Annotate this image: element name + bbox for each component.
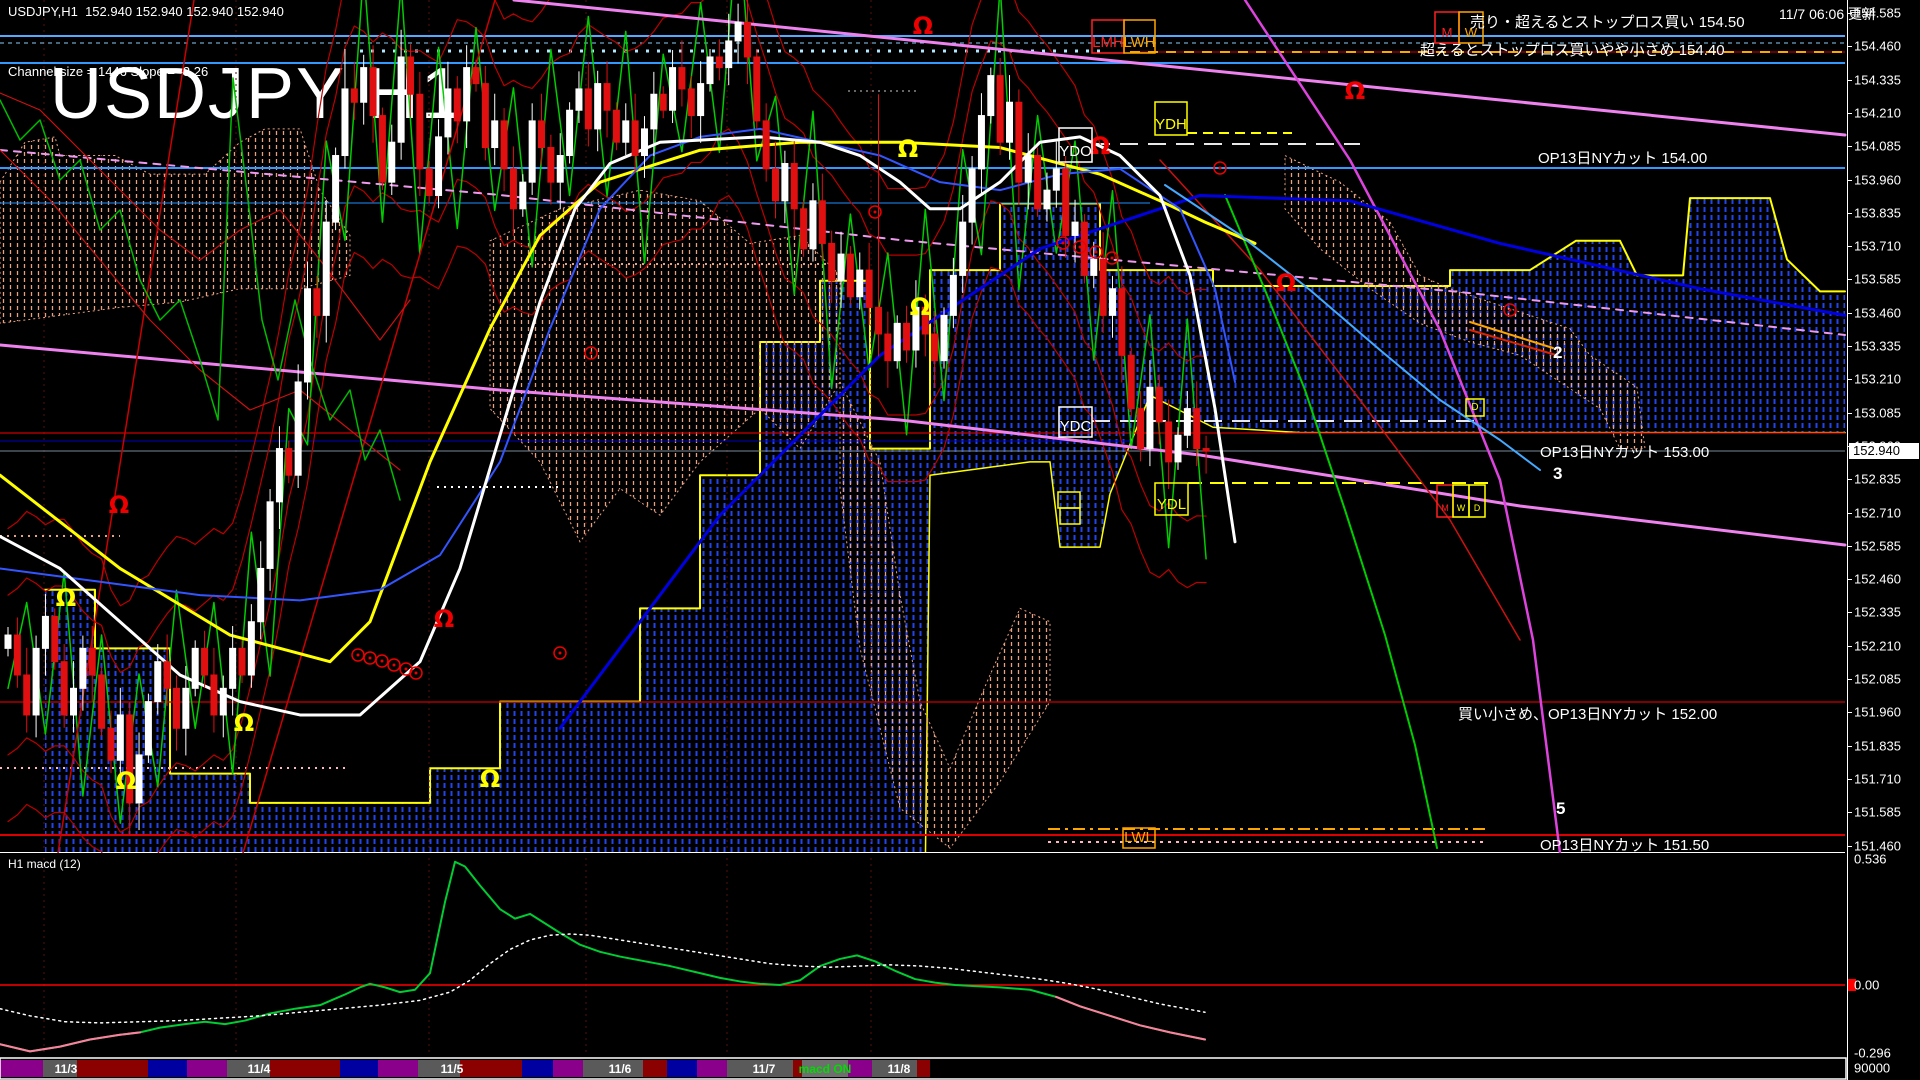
macd-line xyxy=(0,860,1206,1053)
svg-text:YDL: YDL xyxy=(1157,496,1186,513)
price-tick: 152.335 xyxy=(1854,604,1901,620)
loop-marker-red: Ω xyxy=(913,12,933,40)
current-price-badge: 152.940 xyxy=(1849,443,1919,459)
annotation-text: 3 xyxy=(1553,464,1562,483)
chart-label-box-LWH: LWH xyxy=(1123,19,1156,54)
loop-marker-yellow: Ω xyxy=(234,709,254,737)
price-tick: 154.335 xyxy=(1854,72,1901,88)
loop-marker-yellow: Ω xyxy=(116,767,136,795)
date-bar[interactable]: 11/3 11/4 11/5 11/6 11/7 macd ON 11/8 xyxy=(0,1057,1847,1080)
macd-signal-line xyxy=(0,933,1206,1024)
macd-tick: 90000 xyxy=(1854,1060,1891,1076)
macd-line-pink xyxy=(0,1031,141,1053)
macd-pane-label: H1 macd (12) xyxy=(8,857,81,871)
svg-text:YDH: YDH xyxy=(1155,116,1187,133)
annotation-text: 2 xyxy=(1553,343,1562,362)
symbol-ohlc-line: USDJPY,H1 152.940 152.940 152.940 152.94… xyxy=(8,4,284,19)
price-tick: 153.960 xyxy=(1854,172,1901,187)
loop-marker-red: Ω xyxy=(109,491,129,519)
svg-text:D: D xyxy=(1471,402,1478,413)
svg-text:YDO: YDO xyxy=(1059,143,1092,160)
svg-text:LWL: LWL xyxy=(1124,829,1154,846)
price-tick: 153.710 xyxy=(1854,238,1901,254)
svg-text:LMH: LMH xyxy=(1092,34,1124,51)
svg-text:W: W xyxy=(1457,503,1466,513)
price-tick: 153.835 xyxy=(1854,205,1901,221)
price-tick: 152.085 xyxy=(1854,671,1901,687)
macd-line-pink xyxy=(1055,995,1206,1041)
date-label: macd ON xyxy=(799,1062,852,1076)
price-tick: 151.710 xyxy=(1854,771,1901,787)
annotation-text: 売り・超えるとストップロス買い 154.50 xyxy=(1470,14,1745,31)
svg-text:YDC: YDC xyxy=(1060,418,1092,435)
svg-text:M: M xyxy=(1441,503,1448,513)
price-tick: 154.460 xyxy=(1854,38,1901,54)
channel-info-label: Channel size = 1446 Slope = -3.26 xyxy=(8,64,209,79)
annotation-text: 超えるとストップロス買いやや小さめ 154.40 xyxy=(1420,42,1725,59)
price-tick: 151.835 xyxy=(1854,738,1901,754)
price-tick: 152.835 xyxy=(1854,471,1901,487)
chart-label-box-LWL: LWL xyxy=(1122,827,1156,849)
price-tick: 151.585 xyxy=(1854,804,1901,820)
price-tick: 151.960 xyxy=(1854,704,1901,720)
price-tick: 153.585 xyxy=(1854,271,1901,287)
loop-marker-yellow: Ω xyxy=(898,135,918,163)
date-label: 11/6 xyxy=(609,1062,632,1076)
price-tick: 154.085 xyxy=(1854,138,1901,154)
chart-label-box-M: M xyxy=(1434,11,1460,44)
price-tick: 152.210 xyxy=(1854,638,1901,654)
macd-tick: 0.536 xyxy=(1854,851,1887,867)
macd-tick: 0.00 xyxy=(1854,977,1880,993)
chart-label-box-YDO: YDO xyxy=(1058,127,1093,163)
chart-label-box-LMH: LMH xyxy=(1091,19,1125,54)
price-tick: 153.210 xyxy=(1854,371,1901,387)
annotation-text: 買い小さめ、OP13日NYカット 152.00 xyxy=(1458,706,1717,723)
svg-text:D: D xyxy=(1474,503,1480,513)
loop-marker-red: Ω xyxy=(1345,77,1365,105)
price-tick: 153.335 xyxy=(1854,338,1901,354)
annotation-text: OP13日NYカット 153.00 xyxy=(1540,444,1709,461)
loop-marker-yellow: Ω xyxy=(910,293,930,321)
update-time-label: 11/7 06:06 更新 xyxy=(1778,6,1876,22)
price-chart-canvas[interactable]: ΩΩΩΩΩΩΩΩΩΩΩΩLMH LWHM WYDOYDHYDCYDLDM W DLWL売… xyxy=(0,0,1848,1080)
loop-marker-red: Ω xyxy=(434,605,454,633)
annotation-text: OP13日NYカット 151.50 xyxy=(1540,837,1709,854)
price-tick: 152.460 xyxy=(1854,571,1901,587)
chart-label-box-W: W xyxy=(1452,484,1470,518)
date-label: 11/5 xyxy=(441,1062,464,1076)
annotation-text: OP13日NYカット 154.00 xyxy=(1538,150,1707,167)
date-label: 11/4 xyxy=(248,1062,271,1076)
svg-text:LWH: LWH xyxy=(1123,34,1155,51)
price-tick: 153.460 xyxy=(1854,305,1901,321)
chart-label-box-YDH: YDH xyxy=(1154,101,1188,136)
svg-text:M: M xyxy=(1442,25,1453,40)
chart-label-box-YDL: YDL xyxy=(1154,482,1189,516)
price-tick: 153.085 xyxy=(1854,405,1901,421)
date-label: 11/3 xyxy=(55,1062,78,1076)
date-label: 11/7 xyxy=(753,1062,776,1076)
loop-marker-yellow: Ω xyxy=(480,765,500,793)
price-tick: 152.585 xyxy=(1854,538,1901,554)
date-label: 11/8 xyxy=(888,1062,911,1076)
loop-marker-red: Ω xyxy=(1276,269,1296,297)
macd-tick: -0.296 xyxy=(1854,1045,1891,1061)
loop-marker-red: Ω xyxy=(1090,132,1110,160)
loop-marker-yellow: Ω xyxy=(56,584,76,612)
price-axis[interactable]: 152.940 154.585 154.460 154.335 154.210 154.… xyxy=(1847,0,1920,1080)
annotation-text: 5 xyxy=(1556,799,1565,818)
price-tick: 154.210 xyxy=(1854,105,1901,121)
trading-chart-window: Ω Ω Ω Ω Ω Ω Ω Ω Ω Ω Ω Ω LMH LWH M W YDO YDH YDC YDL D M W D LWL 売… xyxy=(0,0,1920,1080)
chart-label-box-M: M xyxy=(1436,484,1454,518)
price-tick: 152.710 xyxy=(1854,505,1901,520)
